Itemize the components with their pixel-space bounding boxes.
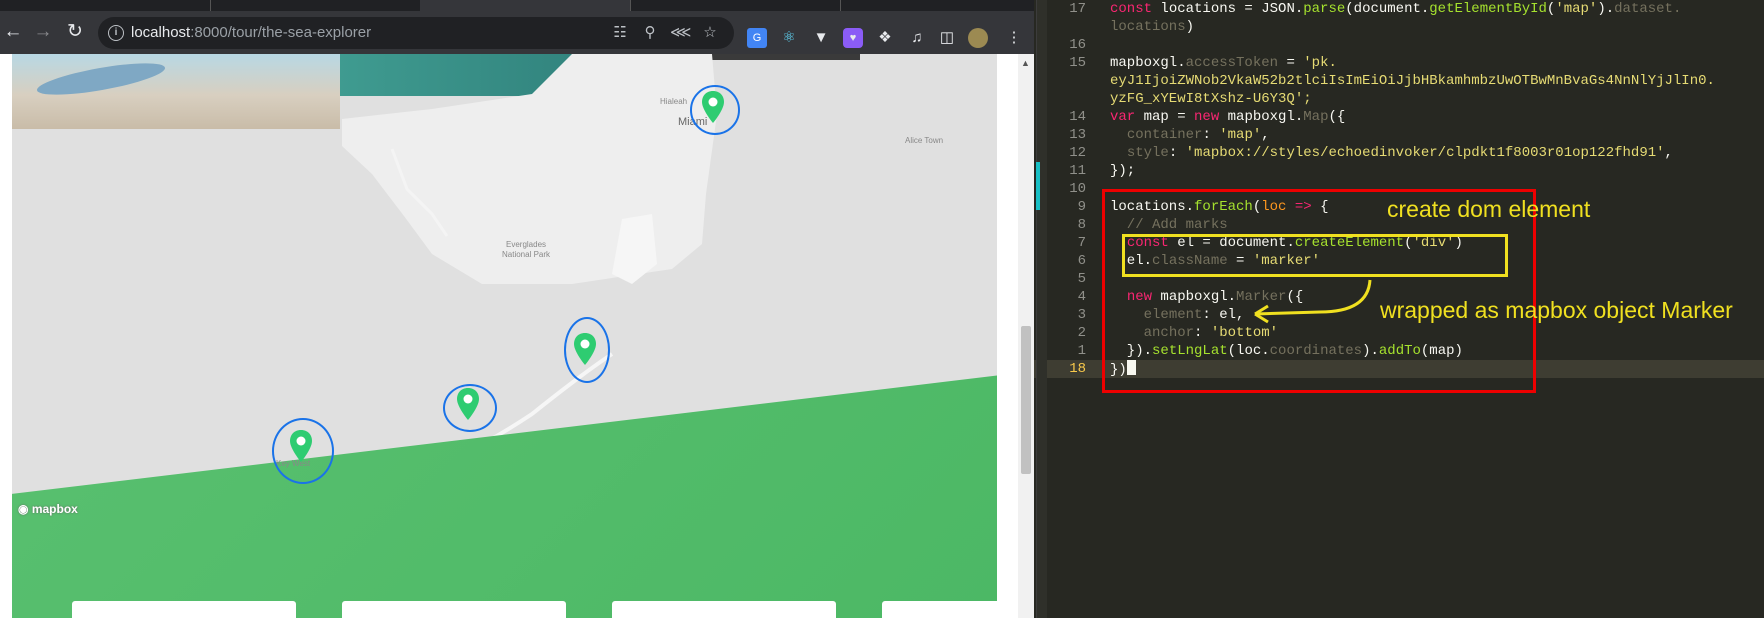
tab-strip[interactable] — [0, 0, 1034, 11]
site-info-icon[interactable]: i — [108, 25, 124, 41]
code-line[interactable]: locations) — [1110, 18, 1194, 36]
side-panel-icon[interactable]: ◫ — [937, 28, 957, 48]
code-line[interactable]: mapboxgl.accessToken = 'pk. — [1110, 54, 1337, 72]
menu-kebab-icon[interactable]: ⋮ — [1004, 28, 1024, 48]
vue-devtools-icon[interactable]: ▼ — [811, 28, 831, 48]
annotation-arrow-icon — [1254, 279, 1372, 324]
browser-toolbar: ← → ↻ i localhost:8000/tour/the-sea-expl… — [0, 11, 1034, 54]
tab[interactable] — [0, 0, 211, 11]
back-icon[interactable]: ← — [0, 19, 26, 45]
tour-map[interactable]: Hialeah Miami Alice Town Everglades Nati… — [12, 54, 997, 618]
map-label-everglades: Everglades — [506, 240, 547, 249]
page-scrollbar[interactable]: ▲ — [1018, 54, 1034, 618]
review-card — [342, 601, 566, 618]
map-label-hialeah: Hialeah — [660, 97, 688, 106]
code-line[interactable]: const locations = JSON.parse(document.ge… — [1110, 0, 1681, 18]
editor-gutter-edge — [1036, 0, 1047, 618]
translate-icon[interactable]: ☷ — [610, 23, 630, 43]
location-marker-icon[interactable] — [288, 429, 314, 463]
annotation-wrapped-marker: wrapped as mapbox object Marker — [1380, 297, 1733, 323]
forward-icon[interactable]: → — [30, 19, 56, 45]
review-card — [882, 601, 997, 618]
map-label-national-park: National Park — [502, 250, 551, 259]
window-focus-accent — [1036, 162, 1040, 210]
google-translate-extension-icon[interactable]: G — [747, 28, 767, 48]
code-line[interactable]: eyJ1IjoiZWNob2VkaW52b2tlciIsImEiOiJjbHBk… — [1110, 72, 1715, 90]
code-line[interactable]: style: 'mapbox://styles/echoedinvoker/cl… — [1110, 144, 1673, 162]
share-icon[interactable]: ⋘ — [670, 23, 691, 43]
zoom-icon[interactable]: ⚲ — [640, 23, 660, 43]
address-bar[interactable]: i localhost:8000/tour/the-sea-explorer ☷… — [98, 17, 734, 49]
location-marker-icon[interactable] — [572, 332, 598, 366]
mapbox-attribution-logo[interactable]: ◉ mapbox — [18, 502, 78, 516]
bookmark-star-icon[interactable]: ☆ — [700, 23, 720, 43]
review-card — [612, 601, 836, 618]
scrollbar-thumb[interactable] — [1021, 326, 1031, 474]
code-line[interactable]: }); — [1110, 162, 1135, 180]
reload-icon[interactable]: ↻ — [62, 19, 88, 45]
location-marker-icon[interactable] — [455, 387, 481, 421]
code-line[interactable]: yzFG_xYEwI8tXshz-U6Y3Q'; — [1110, 90, 1312, 108]
location-marker-icon[interactable] — [700, 90, 726, 124]
react-devtools-icon[interactable]: ⚛ — [779, 28, 799, 48]
url-text[interactable]: localhost:8000/tour/the-sea-explorer — [131, 24, 371, 41]
annotation-create-dom: create dom element — [1387, 196, 1591, 222]
page-viewport: Hialeah Miami Alice Town Everglades Nati… — [0, 54, 1018, 618]
browser-window: ← → ↻ i localhost:8000/tour/the-sea-expl… — [0, 0, 1034, 618]
tab[interactable] — [210, 0, 421, 11]
extensions-puzzle-icon[interactable]: ❖ — [875, 28, 895, 48]
extension-icon[interactable]: ♥ — [843, 28, 863, 48]
review-card — [72, 601, 296, 618]
code-line[interactable]: var map = new mapboxgl.Map({ — [1110, 108, 1345, 126]
code-line[interactable]: container: 'map', — [1110, 126, 1270, 144]
map-label-alice-town: Alice Town — [905, 136, 944, 145]
tab[interactable] — [630, 0, 841, 11]
scroll-up-arrow-icon[interactable]: ▲ — [1021, 58, 1030, 68]
avatar[interactable] — [968, 28, 988, 48]
media-controls-icon[interactable]: ♫ — [907, 28, 927, 48]
tab-active[interactable] — [420, 0, 631, 11]
